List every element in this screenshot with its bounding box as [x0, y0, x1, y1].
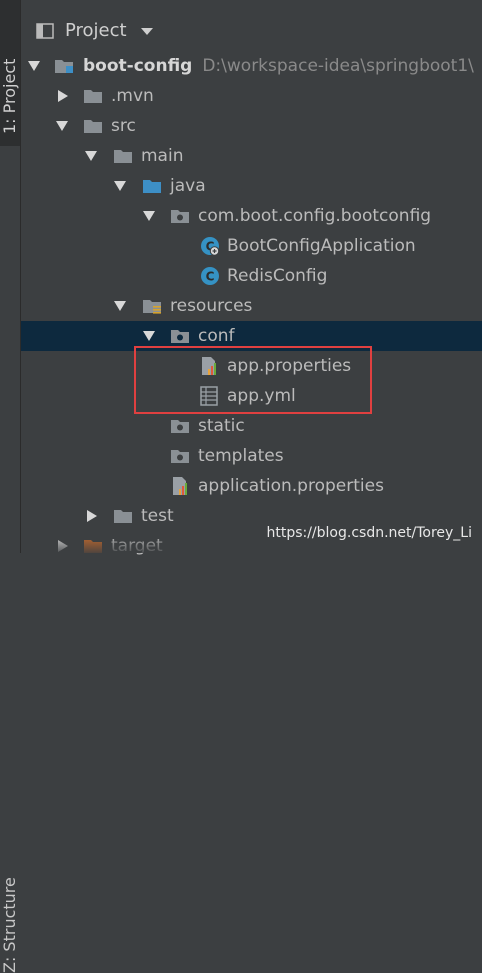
tree-row-root[interactable]: boot-config D:\workspace-idea\springboot1…	[21, 51, 482, 81]
panel-title: Project	[65, 20, 127, 41]
structure-tool-tab-label: Z: Structure	[0, 877, 19, 973]
tree-label-main: main	[141, 146, 184, 166]
folder-icon	[84, 120, 102, 133]
tree-row-static[interactable]: static	[21, 411, 482, 441]
tree-row-java[interactable]: java	[21, 171, 482, 201]
package-icon	[171, 450, 189, 463]
expand-arrow-icon[interactable]	[114, 301, 126, 311]
expand-arrow-icon[interactable]	[85, 151, 97, 161]
tree-row-bootconfigapplication[interactable]: C BootConfigApplication	[21, 231, 482, 261]
tree-row-application-properties[interactable]: application.properties	[21, 471, 482, 501]
package-icon	[171, 210, 189, 223]
excluded-folder-icon	[84, 540, 102, 553]
watermark-text: https://blog.csdn.net/Torey_Li	[266, 525, 472, 541]
tree-row-src[interactable]: src	[21, 111, 482, 141]
tree-row-package[interactable]: com.boot.config.bootconfig	[21, 201, 482, 231]
tree-row-redisconfig[interactable]: C RedisConfig	[21, 261, 482, 291]
tree-label-java: java	[170, 176, 206, 196]
tree-row-main[interactable]: main	[21, 141, 482, 171]
expand-arrow-icon[interactable]	[28, 61, 40, 71]
collapse-arrow-icon[interactable]	[58, 90, 68, 102]
expand-arrow-icon[interactable]	[114, 181, 126, 191]
collapse-arrow-icon[interactable]	[58, 540, 68, 552]
tree-label-src: src	[111, 116, 136, 136]
tree-label-test: test	[141, 506, 174, 526]
class-icon: C	[201, 267, 219, 285]
tree-label-application-properties: application.properties	[198, 476, 384, 496]
project-header[interactable]: Project	[21, 14, 482, 50]
tree-label-resources: resources	[170, 296, 253, 316]
resources-folder-icon	[143, 300, 161, 314]
structure-tool-tab[interactable]: Z: Structure	[0, 420, 20, 973]
tree-row-templates[interactable]: templates	[21, 441, 482, 471]
tree-label-bootconfigapplication: BootConfigApplication	[227, 236, 416, 256]
chevron-down-icon[interactable]	[141, 28, 153, 36]
tree-row-mvn[interactable]: .mvn	[21, 81, 482, 111]
package-icon	[171, 330, 189, 343]
spring-boot-class-icon: C	[201, 237, 220, 256]
tree-label-target: target	[111, 536, 163, 556]
collapse-arrow-icon[interactable]	[87, 510, 97, 522]
project-view-icon	[36, 23, 54, 39]
annotation-highlight-box	[134, 346, 372, 414]
expand-arrow-icon[interactable]	[143, 331, 155, 341]
tree-label-mvn: .mvn	[111, 86, 154, 106]
svg-text:C: C	[206, 270, 215, 284]
tool-window-strip: 1: Project Z: Structure	[0, 0, 21, 973]
source-folder-icon	[143, 180, 161, 193]
expand-arrow-icon[interactable]	[143, 211, 155, 221]
module-folder-icon	[55, 60, 73, 73]
project-tool-tab-label: 1: Project	[0, 58, 19, 134]
root-project-name: boot-config	[83, 56, 193, 76]
properties-file-icon	[173, 477, 187, 495]
folder-icon	[114, 150, 132, 163]
project-tool-tab[interactable]: 1: Project	[0, 0, 20, 146]
tree-label-package: com.boot.config.bootconfig	[198, 206, 432, 226]
package-icon	[171, 420, 189, 433]
root-project-path: D:\workspace-idea\springboot1\	[202, 56, 474, 76]
folder-icon	[84, 90, 102, 103]
expand-arrow-icon[interactable]	[56, 121, 68, 131]
tree-label-templates: templates	[198, 446, 284, 466]
tree-label-static: static	[198, 416, 245, 436]
folder-icon	[114, 510, 132, 523]
tree-row-resources[interactable]: resources	[21, 291, 482, 321]
tree-label-redisconfig: RedisConfig	[227, 266, 328, 286]
